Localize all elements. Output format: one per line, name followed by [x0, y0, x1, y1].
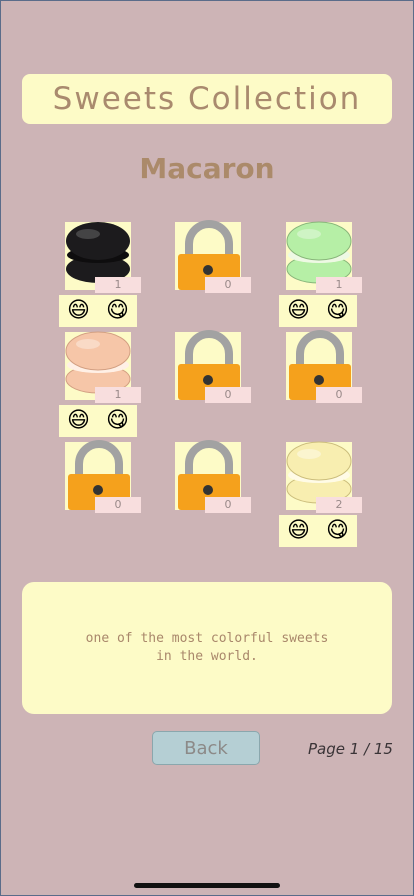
item-count: 0 — [205, 497, 251, 513]
item-count: 0 — [205, 277, 251, 293]
description-text: one of the most colorful sweets in the w… — [85, 631, 329, 664]
item-count: 0 — [95, 497, 141, 513]
yum-face-icon: 😋 — [106, 408, 129, 433]
yum-face-icon: 😋 — [326, 298, 349, 323]
item-count: 0 — [316, 387, 362, 403]
grinning-face-icon: 😄 — [67, 408, 90, 433]
collection-slot-1[interactable]: 1 — [65, 222, 141, 293]
reaction-panel: 😄 😋 — [59, 295, 137, 327]
collection-slot-4[interactable]: 1 — [65, 331, 141, 403]
item-count: 1 — [316, 277, 362, 293]
yum-face-icon: 😋 — [106, 298, 129, 323]
item-count: 0 — [205, 387, 251, 403]
home-indicator[interactable] — [134, 883, 280, 888]
grinning-face-icon: 😄 — [287, 298, 310, 323]
collection-slot-8[interactable]: 0 — [175, 440, 251, 513]
collection-slot-6[interactable]: 0 — [286, 330, 362, 403]
collection-slot-3[interactable]: 1 — [286, 221, 362, 293]
reaction-panel: 😄 😋 — [59, 405, 137, 437]
grinning-face-icon: 😄 — [287, 518, 310, 543]
back-button[interactable]: Back — [152, 731, 260, 765]
collection-slot-5[interactable]: 0 — [175, 330, 251, 403]
reaction-panel: 😄 😋 — [279, 295, 357, 327]
page-title: Sweets Collection — [52, 81, 362, 117]
item-count: 1 — [95, 277, 141, 293]
yum-face-icon: 😋 — [326, 518, 349, 543]
collection-slot-2[interactable]: 0 — [175, 220, 251, 293]
page-indicator: Page 1 / 15 — [308, 740, 393, 758]
description-box: one of the most colorful sweets in the w… — [22, 582, 392, 714]
title-banner: Sweets Collection — [22, 74, 392, 124]
collection-slot-9[interactable]: 2 — [286, 441, 362, 513]
item-count: 2 — [316, 497, 362, 513]
reaction-panel: 😄 😋 — [279, 515, 357, 547]
grinning-face-icon: 😄 — [67, 298, 90, 323]
category-title: Macaron — [139, 152, 275, 185]
collection-slot-7[interactable]: 0 — [65, 440, 141, 513]
item-count: 1 — [95, 387, 141, 403]
